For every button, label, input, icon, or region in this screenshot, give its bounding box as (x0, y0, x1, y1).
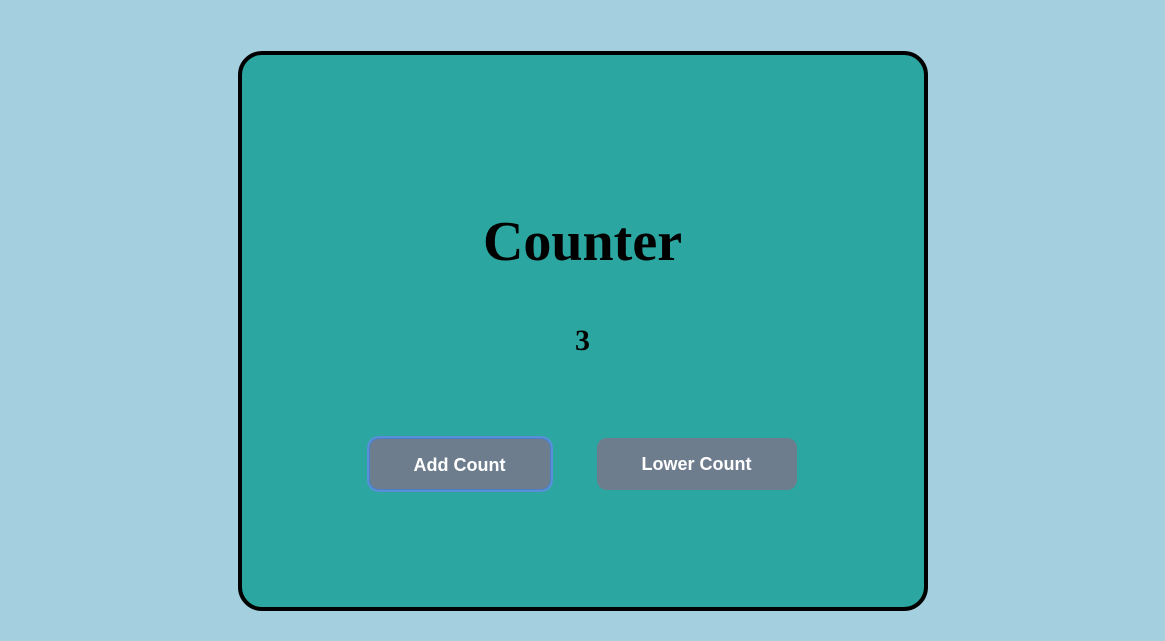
counter-title: Counter (483, 210, 682, 274)
counter-card: Counter 3 Add Count Lower Count (238, 51, 928, 611)
counter-value: 3 (575, 324, 590, 358)
lower-count-button[interactable]: Lower Count (597, 438, 797, 490)
button-row: Add Count Lower Count (369, 438, 797, 490)
add-count-button[interactable]: Add Count (369, 438, 551, 490)
